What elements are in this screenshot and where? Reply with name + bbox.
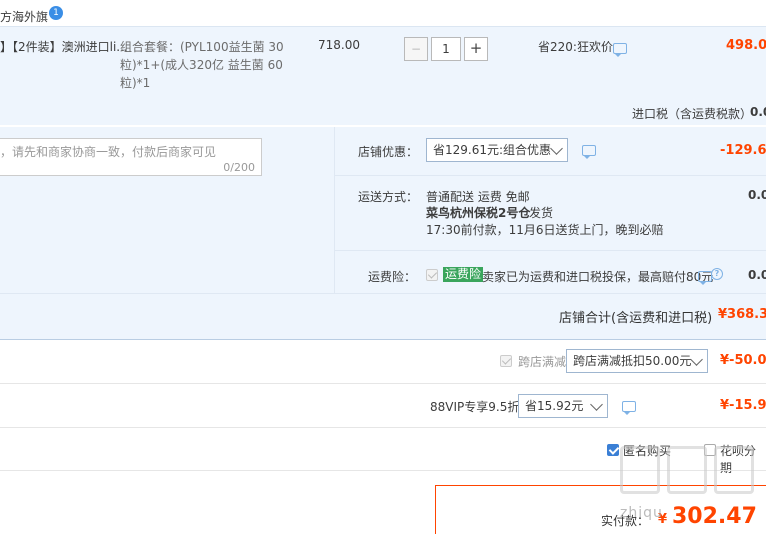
divider: [334, 127, 335, 293]
chat-icon[interactable]: [622, 401, 636, 415]
message-input[interactable]: ，请先和商家协商一致，付款后商家可见 0/200: [0, 138, 262, 176]
insurance-checkbox[interactable]: [426, 269, 438, 281]
insurance-value: 0.0: [748, 268, 766, 282]
shop-coupon-label: 店铺优惠：: [358, 145, 419, 159]
import-tax-label: 进口税（含运费税款）: [632, 107, 753, 121]
shop-options-panel: ，请先和商家协商一致，付款后商家可见 0/200 店铺优惠： 省129.61元:…: [0, 127, 766, 293]
item-spec-line: 粒)*1: [120, 76, 151, 90]
shipping-method: 普通配送 运费 免邮: [426, 190, 530, 204]
shop-badge-icon: 1: [49, 6, 63, 20]
chevron-down-icon: [690, 353, 703, 366]
item-title[interactable]: 】【2件装】澳洲进口li...: [0, 38, 128, 55]
item-row: 】【2件装】澳洲进口li... 组合套餐：(PYL100益生菌 30 粒)*1+…: [0, 27, 766, 125]
insurance-text: 卖家已为运费和进口税投保，最高赔付80元: [482, 270, 714, 284]
item-discount: 省220:狂欢价: [538, 40, 613, 54]
watermark-logo-icon: [714, 446, 754, 494]
item-price: 498.0: [726, 38, 766, 53]
divider: [0, 293, 766, 294]
payment-value: 302.47: [672, 504, 757, 529]
shipping-value: 0.0: [748, 188, 766, 202]
insurance-tag: 运费险: [443, 267, 484, 282]
quantity-plus-button[interactable]: +: [464, 37, 488, 61]
vip-label: 88VIP专享9.5折: [430, 400, 520, 414]
watermark-logo-icon: [620, 446, 660, 494]
shop-total-value: ¥368.3: [718, 307, 766, 322]
chat-icon[interactable]: [582, 145, 596, 159]
insurance-label: 运费险：: [368, 270, 417, 284]
vip-select[interactable]: 省15.92元: [518, 394, 608, 418]
cross-store-label: 跨店满减: [518, 355, 567, 369]
vip-value: ¥-15.9: [720, 398, 766, 413]
cross-store-select-value: 跨店满减抵扣50.00元: [573, 354, 692, 368]
chat-icon[interactable]: [613, 43, 627, 57]
shop-total-row: 店铺合计(含运费和进口税) ¥368.3: [0, 293, 766, 339]
item-spec-line: 粒)*1+(成人320亿 益生菌 60: [120, 58, 283, 72]
shipping-delivery: 17:30前付款，11月6日送货上门，晚到必赔: [426, 223, 664, 237]
watermark-text: zhiqu: [620, 505, 663, 521]
help-icon[interactable]: ?: [711, 268, 723, 280]
quantity-minus-button[interactable]: −: [404, 37, 428, 61]
vip-select-value: 省15.92元: [525, 399, 584, 413]
divider: [0, 383, 766, 384]
quantity-input[interactable]: 1: [431, 37, 461, 61]
divider: [0, 427, 766, 428]
shop-coupon-select[interactable]: 省129.61元:组合优惠: [426, 138, 568, 162]
unit-price: 718.00: [318, 38, 360, 52]
import-tax-value: 0.0: [750, 105, 766, 119]
item-spec: 组合套餐：(PYL100益生菌 30 粒)*1+(成人320亿 益生菌 60 粒…: [120, 38, 284, 92]
item-spec-line: 组合套餐：(PYL100益生菌 30: [120, 40, 284, 54]
shop-coupon-value: -129.6: [720, 143, 766, 158]
anonymous-checkbox[interactable]: [607, 444, 619, 456]
shop-name[interactable]: 方海外旗: [0, 8, 48, 25]
message-counter: 0/200: [223, 161, 255, 174]
message-placeholder: ，请先和商家协商一致，付款后商家可见: [0, 145, 217, 159]
divider: [335, 175, 766, 176]
shop-coupon-select-value: 省129.61元:组合优惠: [433, 143, 552, 157]
chevron-down-icon: [590, 398, 603, 411]
divider: [0, 339, 766, 340]
chevron-down-icon: [550, 142, 563, 155]
cross-store-checkbox[interactable]: [500, 355, 512, 367]
cross-store-select[interactable]: 跨店满减抵扣50.00元: [566, 349, 708, 373]
chat-icon[interactable]: [698, 271, 712, 285]
shop-total-label: 店铺合计(含运费和进口税): [559, 311, 713, 326]
shipping-ship-text: 发货: [529, 206, 554, 220]
cross-store-value: ¥-50.0: [720, 353, 766, 368]
shipping-label: 运送方式：: [358, 190, 419, 204]
watermark-logo-icon: [667, 446, 707, 494]
divider: [335, 250, 766, 251]
shipping-warehouse: 菜鸟杭州保税2号仓: [426, 206, 531, 220]
